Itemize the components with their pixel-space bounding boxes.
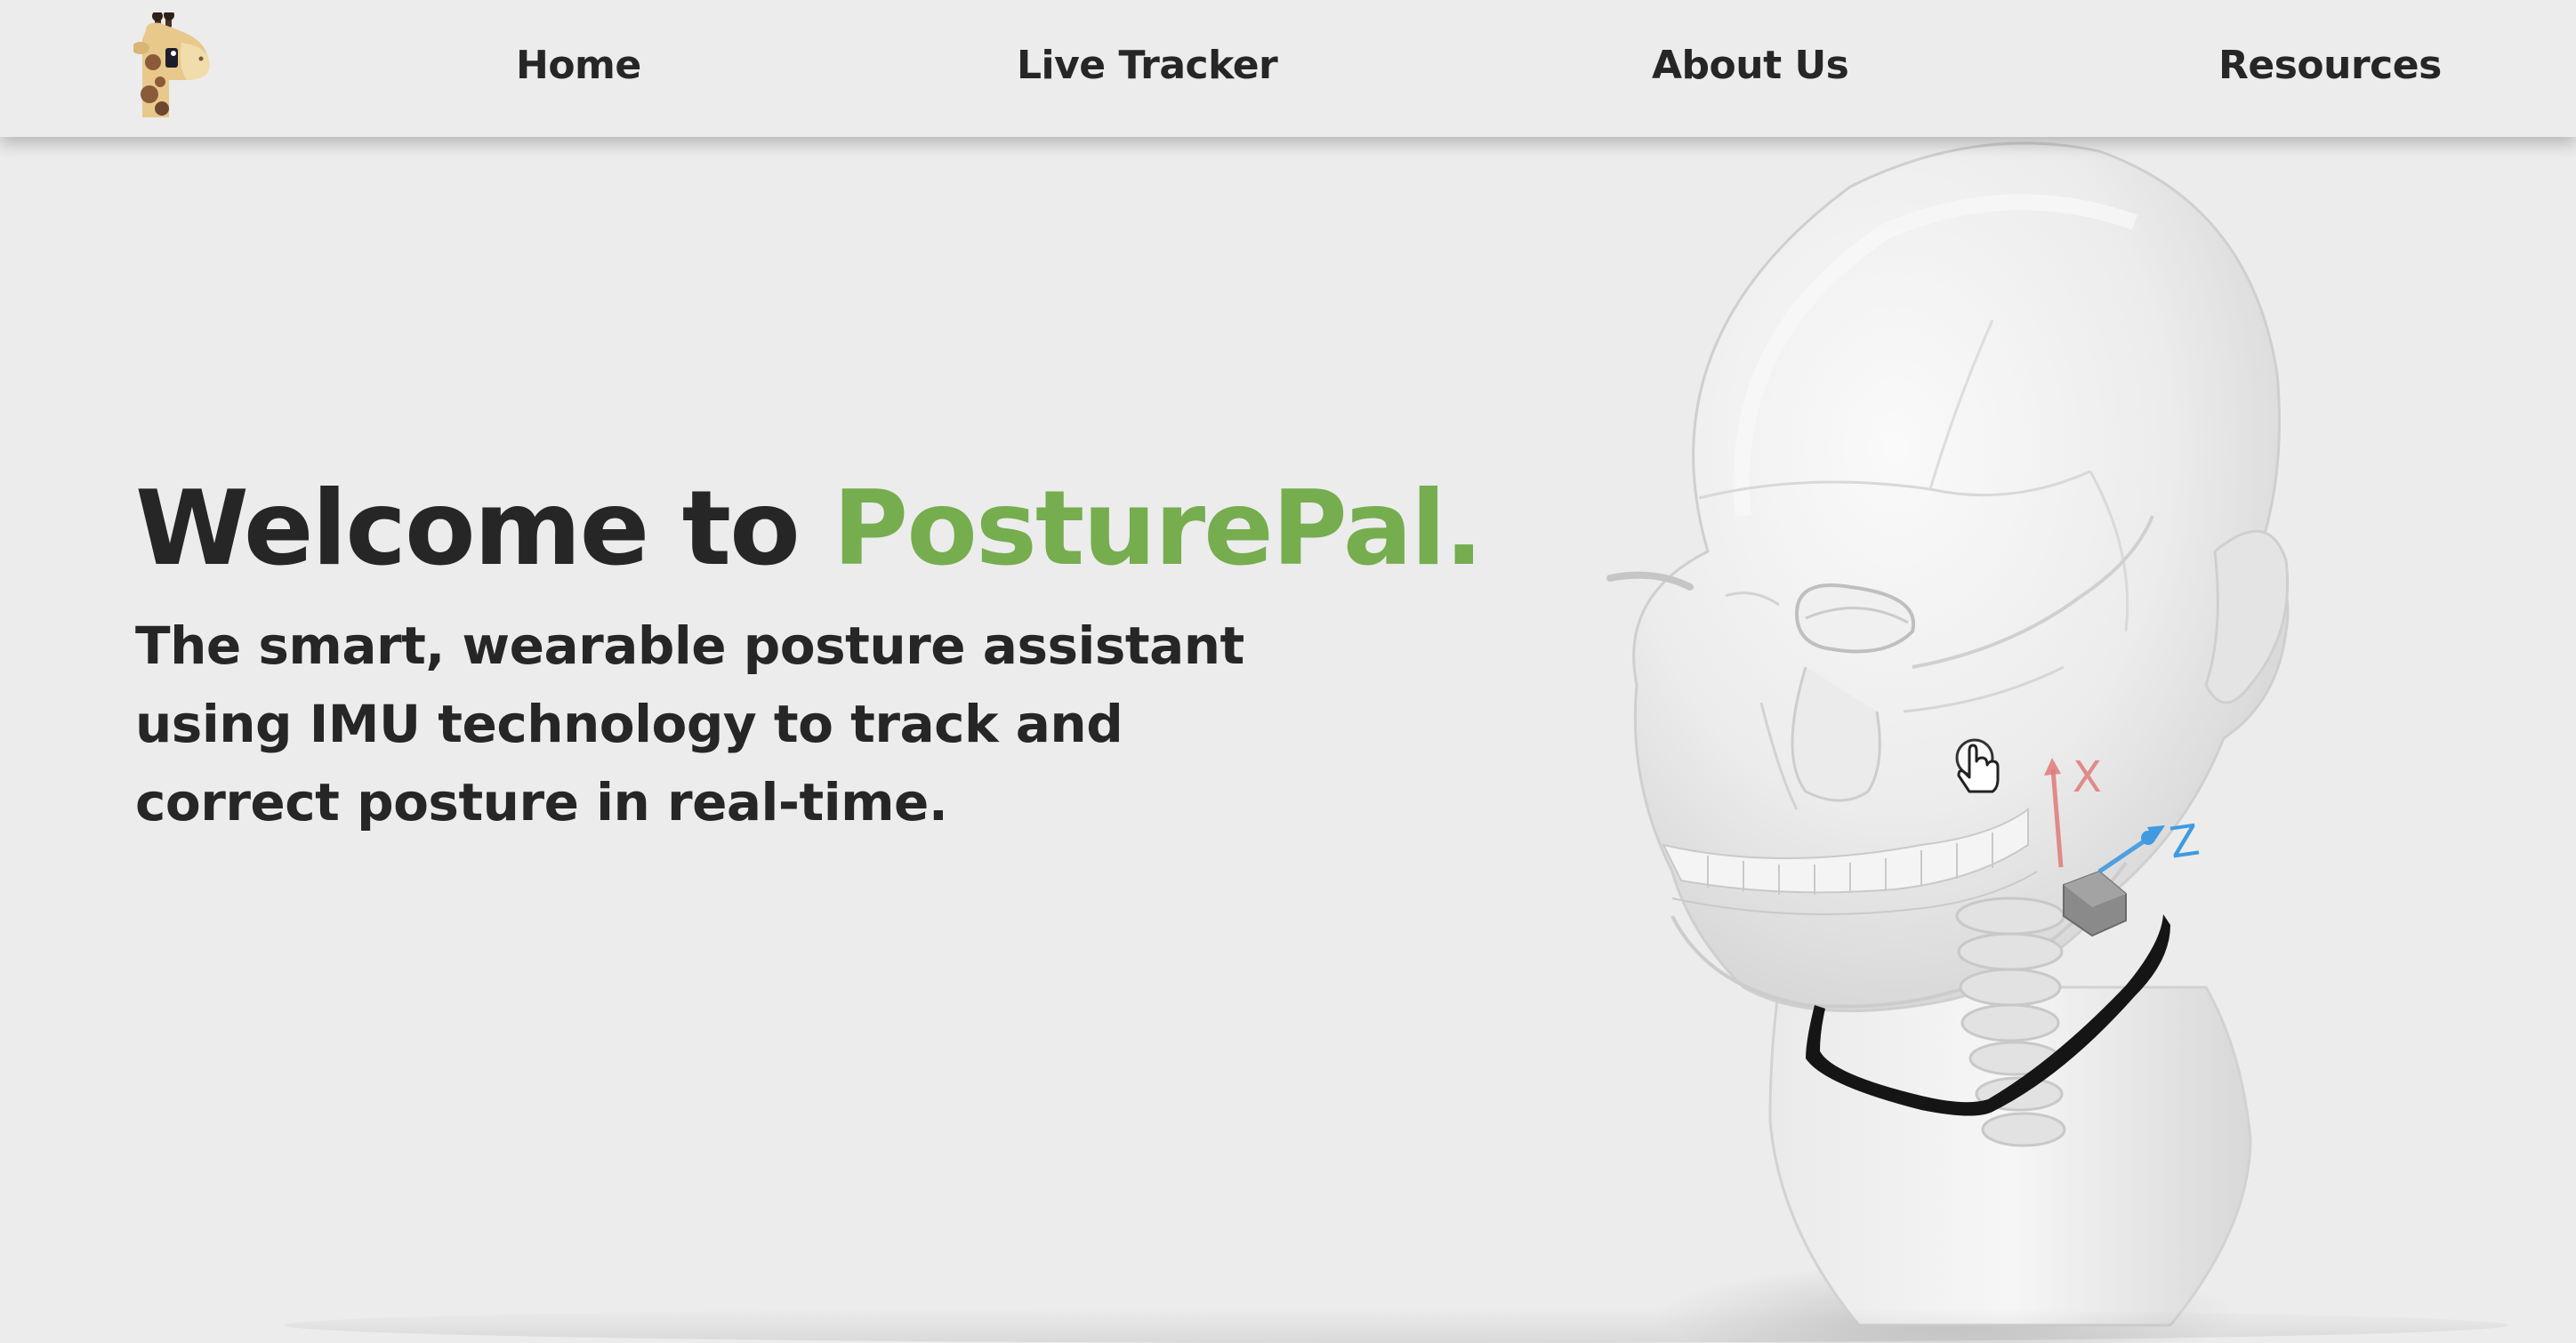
head-3d-model-viewer[interactable]: X Z	[1512, 133, 2576, 1343]
nav-link-live-tracker[interactable]: Live Tracker	[1017, 43, 1278, 88]
hero-title-prefix: Welcome to	[135, 469, 833, 589]
top-navigation: Home Live Tracker About Us Resources	[0, 0, 2576, 137]
giraffe-logo-icon[interactable]	[132, 10, 213, 119]
footer-shadow	[285, 1307, 2508, 1343]
axis-x-label: X	[2073, 752, 2102, 802]
nav-link-resources[interactable]: Resources	[2218, 43, 2442, 88]
hero-title-brand: PosturePal.	[833, 469, 1484, 589]
hero-title: Welcome to PosturePal.	[135, 462, 1558, 596]
page: Home Live Tracker About Us Resources Wel…	[0, 0, 2576, 1343]
nav-link-home[interactable]: Home	[516, 43, 641, 88]
hero-subtitle: The smart, wearable posture assistant us…	[135, 615, 1244, 832]
nav-link-about-us[interactable]: About Us	[1652, 43, 1849, 88]
hero-section: Welcome to PosturePal. The smart, wearab…	[135, 462, 1558, 841]
axis-z-label: Z	[2167, 816, 2202, 869]
